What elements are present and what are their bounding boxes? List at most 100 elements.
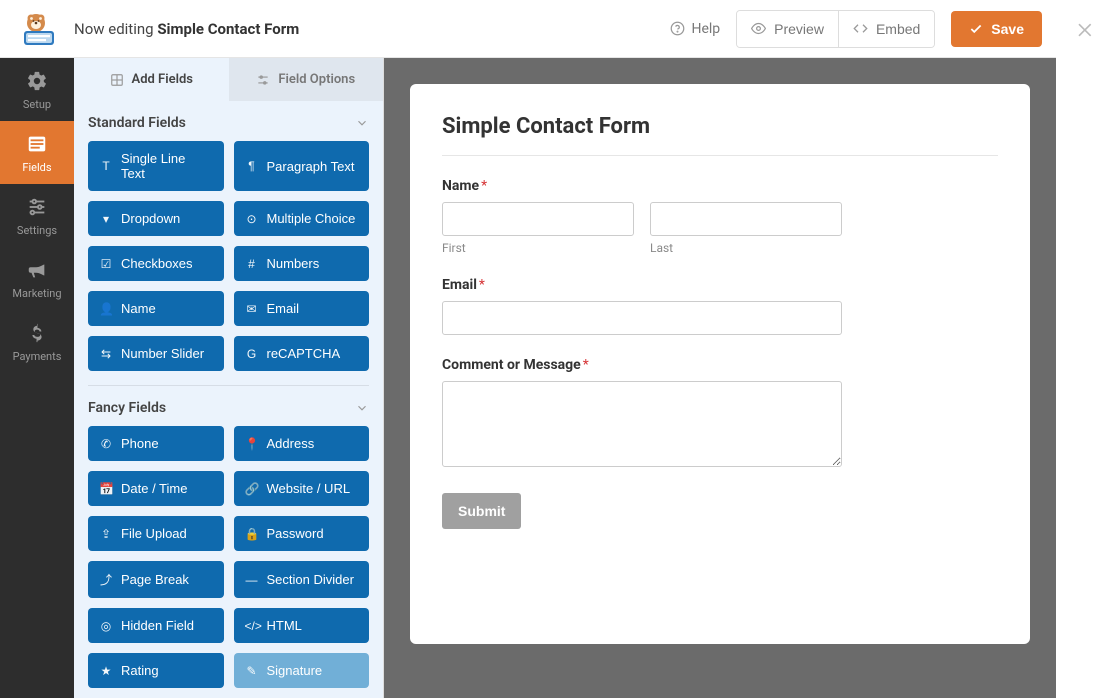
field-section-divider[interactable]: —Section Divider	[234, 561, 370, 598]
website-url-icon: 🔗	[245, 482, 259, 496]
field-page-break[interactable]: ⤴Page Break	[88, 561, 224, 598]
signature-icon: ✎	[245, 664, 259, 678]
date-time-icon: 📅	[99, 482, 113, 496]
preview-button[interactable]: Preview	[737, 11, 838, 47]
field-website-url[interactable]: 🔗 Website / URL	[234, 471, 370, 506]
paragraph-text-icon: ¶	[245, 159, 259, 173]
section-title: Fancy Fields	[88, 400, 166, 416]
field-label: Phone	[121, 436, 159, 451]
field-label: Paragraph Text	[267, 159, 355, 174]
preview-embed-group: Preview Embed	[736, 10, 935, 48]
numbers-icon: #	[245, 257, 259, 271]
field-paragraph-text[interactable]: ¶ Paragraph Text	[234, 141, 370, 191]
field-signature[interactable]: ✎Signature	[234, 653, 370, 688]
field-password[interactable]: 🔒 Password	[234, 516, 370, 551]
preview-label: Preview	[774, 21, 824, 37]
field-file-upload[interactable]: ⇪File Upload	[88, 516, 224, 551]
field-label: Single Line Text	[121, 151, 213, 181]
field-multiple-choice[interactable]: ⊙ Multiple Choice	[234, 201, 370, 236]
wpforms-logo	[14, 11, 58, 47]
eye-icon	[751, 21, 766, 36]
field-checkboxes[interactable]: ☑Checkboxes	[88, 246, 224, 281]
field-date-time[interactable]: 📅Date / Time	[88, 471, 224, 506]
close-button[interactable]	[1076, 20, 1096, 40]
code-icon	[853, 21, 868, 36]
address-icon: 📍	[245, 437, 259, 451]
nav-setup[interactable]: Setup	[0, 58, 74, 121]
field-recaptcha[interactable]: GreCAPTCHA	[234, 336, 370, 371]
section-fancy-fields[interactable]: Fancy Fields	[74, 386, 383, 426]
section-standard-fields[interactable]: Standard Fields	[74, 101, 383, 141]
name-label: Name*	[442, 178, 842, 194]
left-nav: Setup Fields Settings	[0, 58, 74, 698]
nav-marketing[interactable]: Marketing	[0, 247, 74, 310]
email-input[interactable]	[442, 301, 842, 335]
help-link[interactable]: Help	[670, 21, 720, 37]
nav-settings[interactable]: Settings	[0, 184, 74, 247]
field-label: Website / URL	[267, 481, 351, 496]
nav-label: Fields	[22, 161, 51, 174]
field-rating[interactable]: ★Rating	[88, 653, 224, 688]
check-icon	[969, 22, 983, 36]
embed-label: Embed	[876, 21, 920, 37]
multiple-choice-icon: ⊙	[245, 212, 259, 226]
side-panel: Add Fields Field Options Standard Fields	[74, 58, 384, 698]
nav-label: Settings	[17, 224, 57, 237]
html-icon: </>	[245, 619, 259, 633]
save-label: Save	[991, 21, 1024, 37]
tab-add-fields[interactable]: Add Fields	[74, 58, 229, 101]
field-dropdown[interactable]: ▾Dropdown	[88, 201, 224, 236]
single-line-text-icon: T	[99, 159, 113, 173]
nav-fields[interactable]: Fields	[0, 121, 74, 184]
field-hidden-field[interactable]: ◎Hidden Field	[88, 608, 224, 643]
list-icon	[25, 133, 49, 155]
help-icon	[670, 21, 685, 36]
last-name-input[interactable]	[650, 202, 842, 236]
field-number-slider[interactable]: ⇆Number Slider	[88, 336, 224, 371]
field-label: reCAPTCHA	[267, 346, 341, 361]
email-icon: ✉	[245, 302, 259, 316]
grid-icon	[110, 73, 124, 87]
close-icon	[1076, 20, 1096, 40]
field-name[interactable]: 👤 Name	[88, 291, 224, 326]
field-label: Email	[267, 301, 300, 316]
tab-field-options[interactable]: Field Options	[229, 58, 384, 101]
field-phone[interactable]: ✆Phone	[88, 426, 224, 461]
field-label: Numbers	[267, 256, 320, 271]
field-label: File Upload	[121, 526, 187, 541]
comment-textarea[interactable]	[442, 381, 842, 467]
field-label: Page Break	[121, 572, 189, 587]
embed-button[interactable]: Embed	[838, 11, 934, 47]
tab-label: Field Options	[278, 72, 355, 87]
first-name-input[interactable]	[442, 202, 634, 236]
field-label: Dropdown	[121, 211, 180, 226]
nav-label: Setup	[23, 98, 51, 111]
bullhorn-icon	[26, 259, 48, 281]
editing-prefix: Now editing	[74, 20, 154, 38]
sliders-icon	[26, 196, 48, 218]
last-sublabel: Last	[650, 241, 842, 255]
field-html[interactable]: </>HTML	[234, 608, 370, 643]
field-label: Multiple Choice	[267, 211, 356, 226]
save-button[interactable]: Save	[951, 11, 1042, 47]
field-numbers[interactable]: # Numbers	[234, 246, 370, 281]
field-label: Password	[267, 526, 324, 541]
required-mark: *	[479, 277, 485, 293]
help-label: Help	[691, 21, 720, 37]
field-label: Name	[121, 301, 156, 316]
nav-payments[interactable]: Payments	[0, 310, 74, 373]
page-title: Now editing Simple Contact Form	[74, 20, 299, 38]
form-name: Simple Contact Form	[157, 20, 299, 38]
dollar-icon	[26, 322, 48, 344]
gear-icon	[26, 70, 48, 92]
field-email[interactable]: ✉ Email	[234, 291, 370, 326]
password-icon: 🔒	[245, 527, 259, 541]
sliders-icon	[256, 73, 270, 87]
submit-button[interactable]: Submit	[442, 493, 521, 529]
name-icon: 👤	[99, 302, 113, 316]
field-address[interactable]: 📍Address	[234, 426, 370, 461]
field-label: Rating	[121, 663, 159, 678]
section-divider-icon: —	[245, 573, 259, 587]
tab-label: Add Fields	[132, 72, 193, 87]
field-single-line-text[interactable]: T Single Line Text	[88, 141, 224, 191]
